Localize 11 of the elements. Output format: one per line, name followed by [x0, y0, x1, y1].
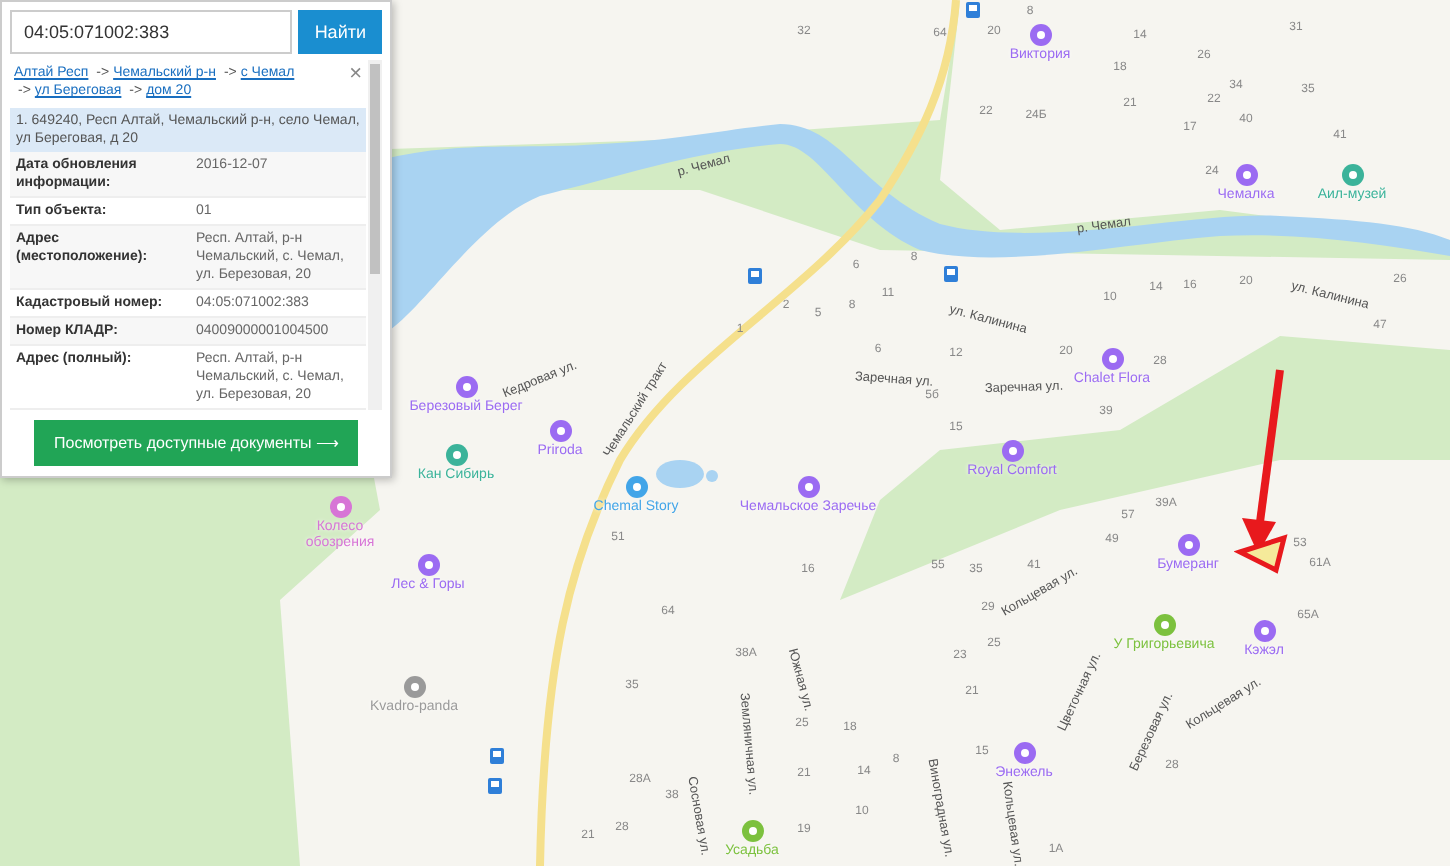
view-documents-button[interactable]: Посмотреть доступные документы ⟶ — [34, 420, 358, 466]
close-button[interactable]: × — [349, 64, 362, 84]
bus-stop-icon — [490, 748, 504, 764]
pool-drawing — [656, 460, 718, 488]
search-button[interactable]: Найти — [298, 10, 382, 54]
search-field[interactable]: 04:05:071002:383 — [10, 10, 293, 54]
bus-stop-icon — [966, 2, 980, 18]
bus-stop-icon — [748, 268, 762, 284]
bus-stop-icon — [944, 266, 958, 282]
scrollbar[interactable] — [368, 60, 382, 410]
bus-stop-icon — [488, 778, 502, 794]
